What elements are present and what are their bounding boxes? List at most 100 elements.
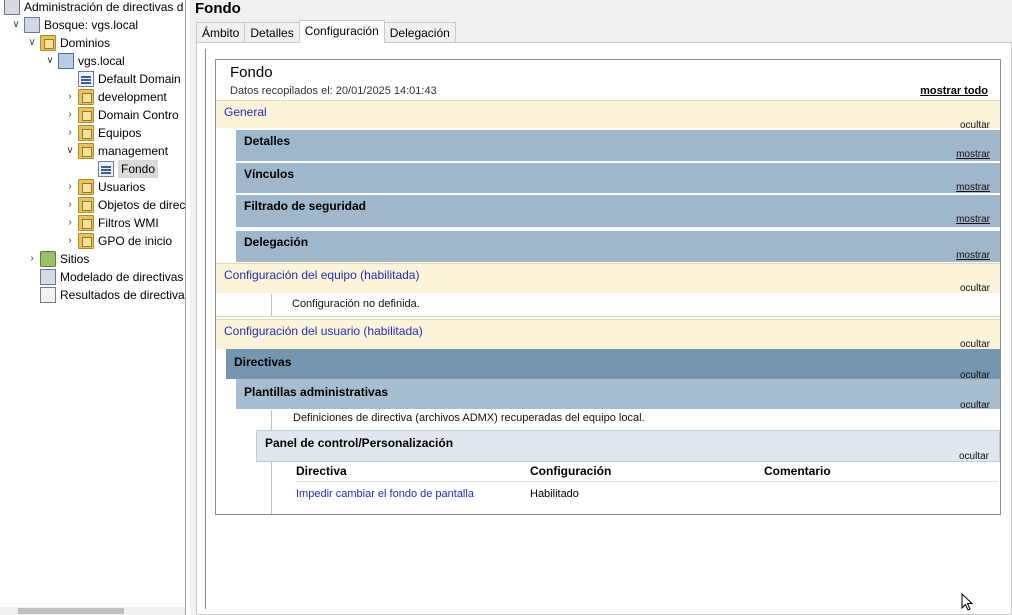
policy-link[interactable]: Impedir cambiar el fondo de pantalla <box>296 488 474 500</box>
tree-item-domain-controllers[interactable]: › Domain Contro <box>64 106 179 124</box>
section-title: Configuración del usuario (habilitada) <box>224 324 423 338</box>
tree-item-gpmc-root[interactable]: Administración de directivas d <box>4 0 183 16</box>
tab-strip: Ámbito Detalles Configuración Delegación <box>196 20 456 43</box>
section-security-filtering[interactable]: Filtrado de seguridad mostrar <box>236 194 1000 227</box>
gpmc-console-icon <box>4 0 20 15</box>
gpo-link-icon <box>78 71 94 87</box>
tab-settings[interactable]: Configuración <box>298 20 385 43</box>
section-title: Vínculos <box>244 167 295 181</box>
show-link[interactable]: mostrar <box>956 182 990 193</box>
tree-item-fondo[interactable]: Fondo <box>84 160 159 178</box>
computer-config-note: Configuración no definida. <box>292 298 420 310</box>
tree-item-label: management <box>98 144 169 158</box>
hide-link[interactable]: ocultar <box>960 283 990 294</box>
console-tree[interactable]: Administración de directivas d ∨ Bosque:… <box>0 0 186 615</box>
tree-item-label: Usuarios <box>98 180 146 194</box>
ou-folder-icon <box>78 143 94 159</box>
section-policies[interactable]: Directivas ocultar <box>226 349 1000 381</box>
tree-item-starter-gpos[interactable]: › GPO de inicio <box>64 232 172 250</box>
tree-item-label: GPO de inicio <box>98 234 173 248</box>
ou-folder-icon <box>78 125 94 141</box>
hide-link[interactable]: ocultar <box>960 400 990 411</box>
tree-item-label: Bosque: vgs.local <box>44 18 139 32</box>
section-admin-templates[interactable]: Plantillas administrativas ocultar <box>236 379 1000 411</box>
chevron-right-icon[interactable]: › <box>64 124 76 142</box>
section-general[interactable]: General ocultar <box>216 100 1000 131</box>
tree-item-label: Administración de directivas d <box>24 0 184 14</box>
tree-horizontal-scrollbar[interactable] <box>0 607 185 615</box>
details-pane: Fondo Ámbito Detalles Configuración Dele… <box>190 0 1012 615</box>
modeling-icon <box>40 269 56 285</box>
chevron-right-icon[interactable]: › <box>64 106 76 124</box>
show-link[interactable]: mostrar <box>956 149 990 160</box>
tree-item-development[interactable]: › development <box>64 88 167 106</box>
chevron-down-icon[interactable]: ∨ <box>44 52 56 70</box>
domains-folder-icon <box>40 35 56 51</box>
tree-item-results[interactable]: Resultados de directiva <box>26 286 185 304</box>
tree-item-label: Dominios <box>60 36 111 50</box>
tree-item-domain-vgs[interactable]: ∨ vgs.local <box>44 52 125 70</box>
gpo-container-icon <box>78 197 94 213</box>
tree-item-management[interactable]: ∨ management <box>64 142 168 160</box>
chevron-right-icon[interactable]: › <box>64 232 76 250</box>
tree-item-domains[interactable]: ∨ Dominios <box>26 34 110 52</box>
chevron-down-icon[interactable]: ∨ <box>64 142 76 160</box>
tree-item-label: Modelado de directivas <box>60 270 184 284</box>
chevron-right-icon[interactable]: › <box>64 178 76 196</box>
show-link[interactable]: mostrar <box>956 250 990 261</box>
chevron-right-icon[interactable]: › <box>64 88 76 106</box>
section-delegation[interactable]: Delegación mostrar <box>236 230 1000 262</box>
starter-gpo-folder-icon <box>78 233 94 249</box>
section-title: Plantillas administrativas <box>244 385 389 399</box>
tab-details[interactable]: Detalles <box>244 22 300 43</box>
settings-report-panel[interactable]: Fondo Datos recopilados el: 20/01/2025 1… <box>196 42 1012 615</box>
tree-item-sites[interactable]: › Sitios <box>26 250 89 268</box>
mouse-cursor-icon <box>961 593 973 611</box>
forest-icon <box>24 17 40 33</box>
column-header-setting: Configuración <box>530 464 612 478</box>
tree-item-label: Resultados de directiva <box>60 288 185 302</box>
ou-folder-icon <box>78 107 94 123</box>
section-control-panel-personalization[interactable]: Panel de control/Personalización ocultar <box>256 430 1000 462</box>
section-user-config[interactable]: Configuración del usuario (habilitada) o… <box>216 319 1000 350</box>
chevron-down-icon[interactable]: ∨ <box>26 34 38 52</box>
chevron-right-icon[interactable]: › <box>64 196 76 214</box>
tab-scope[interactable]: Ámbito <box>196 22 246 43</box>
ou-folder-icon <box>78 179 94 195</box>
section-title: Panel de control/Personalización <box>265 436 454 450</box>
results-icon <box>40 287 56 303</box>
chevron-right-icon[interactable]: › <box>64 214 76 232</box>
section-title: Detalles <box>244 134 291 148</box>
scrollbar-thumb[interactable] <box>18 608 124 614</box>
section-title: General <box>224 105 267 119</box>
tree-item-modeling[interactable]: Modelado de directivas <box>26 268 183 286</box>
tree-item-gpo-objects[interactable]: › Objetos de direc <box>64 196 185 214</box>
tree-item-equipos[interactable]: › Equipos <box>64 124 141 142</box>
gpo-link-icon <box>98 161 114 177</box>
report-title: Fondo <box>230 64 273 81</box>
tree-item-forest[interactable]: ∨ Bosque: vgs.local <box>10 16 138 34</box>
section-title: Directivas <box>234 355 292 369</box>
section-links[interactable]: Vínculos mostrar <box>236 162 1000 193</box>
tree-item-default-domain[interactable]: Default Domain <box>64 70 181 88</box>
hide-link[interactable]: ocultar <box>959 451 989 462</box>
tab-delegation[interactable]: Delegación <box>383 22 456 43</box>
section-computer-config[interactable]: Configuración del equipo (habilitada) oc… <box>216 263 1000 294</box>
show-all-link[interactable]: mostrar todo <box>920 85 988 97</box>
show-link[interactable]: mostrar <box>956 214 990 225</box>
tree-item-label: Filtros WMI <box>98 216 159 230</box>
tree-item-label: Fondo <box>118 160 159 178</box>
ou-folder-icon <box>78 89 94 105</box>
sites-icon <box>40 251 56 267</box>
tree-item-wmi-filters[interactable]: › Filtros WMI <box>64 214 159 232</box>
tree-item-label: Equipos <box>98 126 142 140</box>
tree-item-label: Default Domain <box>98 72 181 86</box>
page-title: Fondo <box>195 0 241 17</box>
chevron-down-icon[interactable]: ∨ <box>10 16 22 34</box>
section-title: Configuración del equipo (habilitada) <box>224 268 420 282</box>
section-title: Filtrado de seguridad <box>244 199 367 213</box>
chevron-right-icon[interactable]: › <box>26 250 38 268</box>
section-details[interactable]: Detalles mostrar <box>236 129 1000 161</box>
tree-item-usuarios[interactable]: › Usuarios <box>64 178 145 196</box>
tree-item-label: Objetos de direc <box>98 198 186 212</box>
